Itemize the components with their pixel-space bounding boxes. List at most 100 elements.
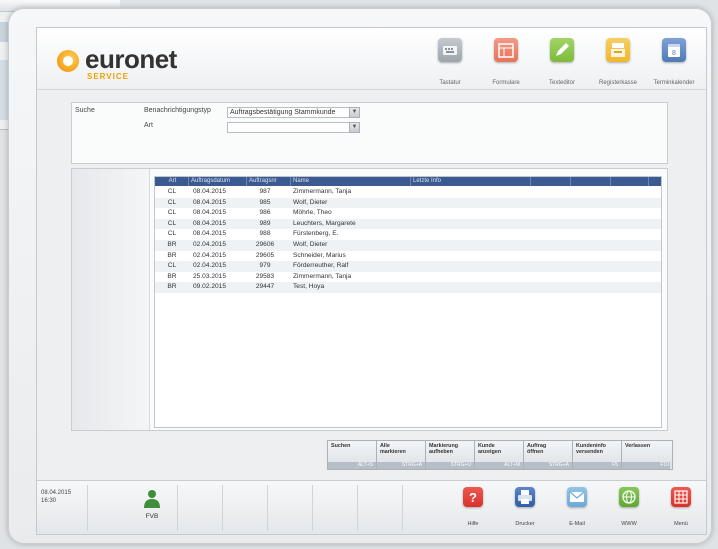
button-label: Kunde anzeigen: [478, 443, 502, 456]
shortcut-label: ALT+M: [504, 462, 520, 468]
help-icon: ?: [463, 487, 483, 507]
table-row[interactable]: CL 08.04.2015 986 Möhrle, Theo: [155, 208, 661, 219]
cell-name: Test, Hoya: [293, 283, 325, 291]
app-window: euronet SERVICE Tastatur Formulare Texte…: [36, 27, 707, 535]
column-header-auftragsdatum[interactable]: Auftragsdatum: [189, 177, 247, 186]
column-header-art[interactable]: Art: [155, 177, 189, 186]
tool-label: Hilfe: [467, 521, 479, 527]
art-select[interactable]: ▼: [227, 122, 360, 133]
cell-art: CL: [167, 188, 177, 195]
user-icon: [143, 489, 161, 508]
tool-label: Tastatur: [439, 80, 461, 86]
tool-texteditor[interactable]: Texteditor: [534, 36, 590, 88]
tool-menu[interactable]: Menü: [659, 485, 703, 531]
tool-hilfe[interactable]: ? Hilfe: [451, 485, 495, 531]
cell-name: Möhrle, Theo: [293, 209, 332, 217]
table-body: CL 08.04.2015 987 Zimmermann, Tanja CL 08.04.…: [155, 187, 661, 297]
logo-brand: euronet: [85, 44, 177, 74]
logo-circle-icon: [57, 50, 79, 72]
cell-name: Zimmermann, Tanja: [293, 272, 352, 280]
bottom-bar: 08.04.2015 16:30 FVB ? Hilfe Drucker E-M…: [37, 480, 706, 534]
table-row[interactable]: CL 08.04.2015 985 Wolf, Dieter: [155, 197, 661, 209]
tool-label: Formulare: [492, 80, 520, 86]
tool-tastatur[interactable]: Tastatur: [422, 36, 478, 88]
tool-formulare[interactable]: Formulare: [478, 36, 534, 88]
cell-art: CL: [167, 209, 177, 217]
divider: [312, 485, 313, 531]
button-label: Markierung aufheben: [429, 443, 459, 456]
results-table[interactable]: Art Auftragsdatum Auftragsnr Name Letzte…: [154, 176, 662, 428]
user-label: FVB: [145, 513, 159, 520]
divider: [87, 485, 88, 531]
cell-name: Schneider, Marius: [293, 251, 346, 259]
cell-auftragsdatum: 02.04.2015: [193, 241, 227, 248]
tool-drucker[interactable]: Drucker: [503, 485, 547, 531]
cell-name: Wolf, Dieter: [293, 198, 328, 206]
cell-art: BR: [167, 283, 177, 291]
verlassen-button[interactable]: Verlassen F10: [622, 441, 672, 469]
cell-auftragsdatum: 08.04.2015: [193, 230, 227, 238]
cell-name: Zimmermann, Tanja: [293, 188, 352, 195]
tool-label: E-Mail: [569, 521, 585, 527]
cell-auftragsnr: 988: [259, 230, 271, 238]
column-header-name[interactable]: Name: [291, 177, 411, 186]
tool-terminkalender[interactable]: 8 Terminkalender: [646, 36, 702, 88]
tool-email[interactable]: E-Mail: [555, 485, 599, 531]
calendar-icon: 8: [662, 38, 686, 62]
divider: [267, 485, 268, 531]
button-label: Alle markieren: [380, 443, 406, 456]
chevron-down-icon[interactable]: ▼: [349, 107, 360, 118]
table-row[interactable]: BR 02.04.2015 29606 Wolf, Dieter: [155, 240, 661, 251]
cell-auftragsnr: 979: [259, 262, 271, 270]
user-button[interactable]: FVB: [137, 487, 167, 531]
cell-auftragsdatum: 08.04.2015: [193, 188, 227, 195]
cell-auftragsnr: 29583: [255, 272, 275, 280]
table-row[interactable]: CL 02.04.2015 979 Förderreuther, Ralf: [155, 261, 661, 272]
chevron-down-icon[interactable]: ▼: [349, 122, 360, 133]
table-row[interactable]: CL 08.04.2015 987 Zimmermann, Tanja: [155, 187, 661, 198]
table-row[interactable]: CL 08.04.2015 989 Leuchters, Margarete: [155, 218, 661, 230]
cell-name: Leuchters, Margarete: [293, 219, 356, 227]
cell-name: Wolf, Dieter: [293, 241, 328, 248]
table-row[interactable]: BR 25.03.2015 29583 Zimmermann, Tanja: [155, 272, 661, 283]
button-label: Suchen: [331, 443, 351, 449]
table-row[interactable]: CL 08.04.2015 988 Fürstenberg, E.: [155, 229, 661, 240]
cell-auftragsdatum: 08.04.2015: [193, 209, 227, 217]
kundeninfo-versenden-button[interactable]: Kundeninfo versenden F5: [573, 441, 622, 469]
tool-registerkasse[interactable]: Registerkasse: [590, 36, 646, 88]
menu-icon: [671, 487, 691, 507]
status-time: 16:30: [41, 498, 57, 504]
table-row[interactable]: BR 02.04.2015 29605 Schneider, Marius: [155, 251, 661, 262]
pencil-icon: [550, 38, 574, 62]
column-header-empty: [531, 177, 571, 186]
suchen-button[interactable]: Suchen ALT+S: [328, 441, 377, 469]
svg-text:?: ?: [469, 490, 477, 505]
register-icon: [606, 38, 630, 62]
table-header: Art Auftragsdatum Auftragsnr Name Letzte…: [155, 177, 661, 186]
column-header-letzte-info[interactable]: Letzte Info: [411, 177, 531, 186]
kunde-anzeigen-button[interactable]: Kunde anzeigen ALT+M: [475, 441, 524, 469]
markierung-aufheben-button[interactable]: Markierung aufheben STRG+U: [426, 441, 475, 469]
cell-name: Fürstenberg, E.: [293, 230, 339, 238]
tool-www[interactable]: WWW: [607, 485, 651, 531]
auftrag-oeffnen-button[interactable]: Auftrag öffnen STRG+A: [524, 441, 573, 469]
cell-art: BR: [167, 272, 177, 280]
tool-label: Drucker: [515, 521, 535, 527]
forms-icon: [494, 38, 518, 62]
tool-label: WWW: [621, 521, 637, 527]
cell-art: CL: [167, 219, 177, 227]
notification-type-label: Benachrichtigungstyp: [144, 107, 211, 114]
cell-art: BR: [167, 251, 177, 259]
svg-text:8: 8: [672, 50, 676, 57]
notification-type-select[interactable]: Auftragsbestätigung Stammkunde ▼: [227, 107, 360, 118]
keyboard-icon: [438, 38, 462, 62]
alle-markieren-button[interactable]: Alle markieren STRG+A: [377, 441, 426, 469]
table-row[interactable]: BR 09.02.2015 29447 Test, Hoya: [155, 282, 661, 293]
button-label: Auftrag öffnen: [527, 443, 547, 456]
shortcut-label: F10: [660, 462, 669, 468]
shortcut-label: STRG+U: [450, 462, 471, 468]
cell-art: BR: [167, 241, 177, 248]
cell-auftragsnr: 989: [259, 219, 271, 227]
shortcut-label: ALT+S: [357, 462, 373, 468]
column-header-auftragsnr[interactable]: Auftragsnr: [247, 177, 291, 186]
